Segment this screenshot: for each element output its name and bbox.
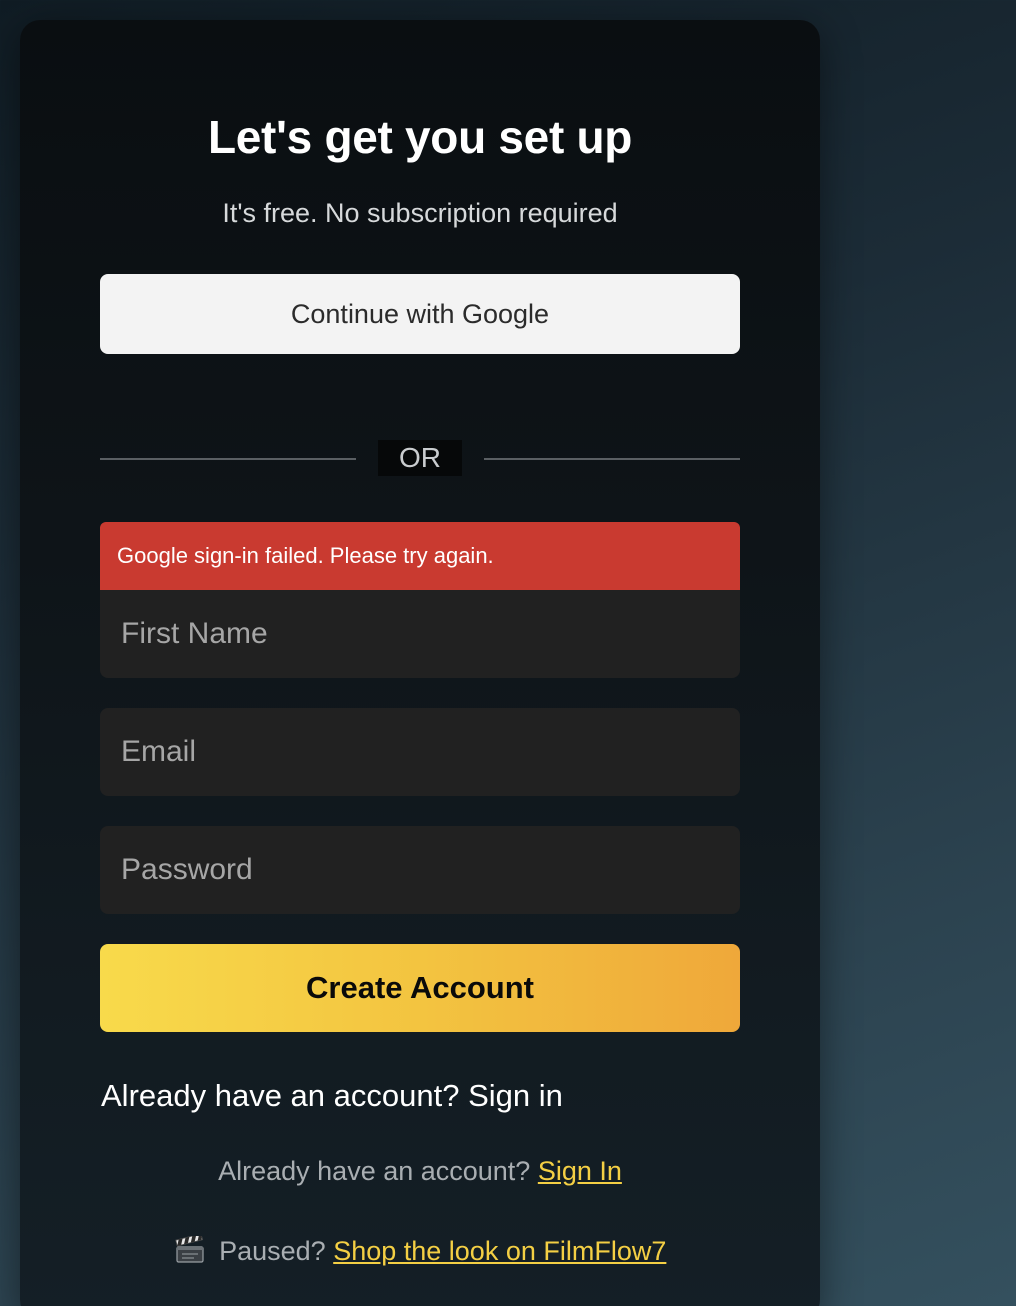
footer-shop-row: Paused? Shop the look on FilmFlow7 <box>20 1236 820 1267</box>
divider-line-left <box>100 458 356 460</box>
footer-shop-text: Paused? <box>211 1236 334 1266</box>
first-name-input[interactable] <box>100 590 740 678</box>
email-input[interactable] <box>100 708 740 796</box>
signin-prompt[interactable]: Already have an account? Sign in <box>101 1078 563 1114</box>
continue-with-google-button[interactable]: Continue with Google <box>100 274 740 354</box>
password-input[interactable] <box>100 826 740 914</box>
signup-card: Let's get you set up It's free. No subsc… <box>20 20 820 1306</box>
clapperboard-icon <box>174 1236 204 1263</box>
page-title: Let's get you set up <box>207 111 633 163</box>
footer-signin-text: Already have an account? <box>218 1156 538 1186</box>
error-message: Google sign-in failed. Please try again. <box>117 543 494 568</box>
create-account-button[interactable]: Create Account <box>100 944 740 1032</box>
error-banner: Google sign-in failed. Please try again. <box>100 522 740 590</box>
shop-the-look-link[interactable]: Shop the look on FilmFlow7 <box>333 1236 666 1266</box>
or-divider-label: OR <box>378 440 462 476</box>
sign-in-link[interactable]: Sign In <box>538 1156 622 1186</box>
footer-signin-row: Already have an account? Sign In <box>20 1156 820 1187</box>
divider-line-right <box>484 458 740 460</box>
page-subtitle: It's free. No subscription required <box>222 198 618 228</box>
